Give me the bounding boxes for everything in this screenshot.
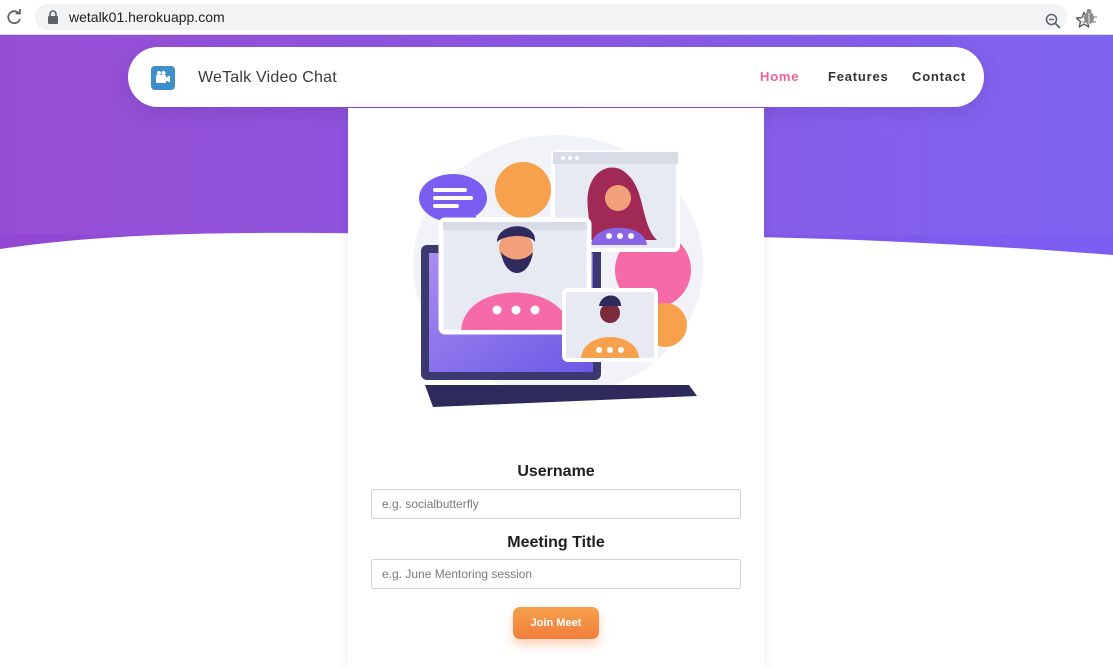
- address-bar[interactable]: wetalk01.herokuapp.com: [35, 4, 1093, 30]
- brand-name[interactable]: WeTalk Video Chat: [198, 68, 337, 88]
- extension-icon[interactable]: [1081, 8, 1097, 26]
- nav-home-link[interactable]: Home: [760, 69, 799, 85]
- username-input[interactable]: [371, 489, 741, 519]
- navbar: WeTalk Video Chat Home Features Contact: [128, 47, 984, 107]
- video-camera-logo-icon[interactable]: [151, 66, 175, 90]
- username-label: Username: [517, 463, 595, 480]
- reload-icon[interactable]: [5, 8, 23, 26]
- browser-toolbar: wetalk01.herokuapp.com: [0, 0, 1113, 35]
- join-meet-card: Username Meeting Title Join Meet: [348, 108, 764, 668]
- nav-features-link[interactable]: Features: [828, 69, 889, 85]
- lock-icon[interactable]: [47, 10, 59, 24]
- zoom-icon[interactable]: [1044, 12, 1062, 30]
- join-meet-button[interactable]: Join Meet: [513, 607, 599, 639]
- url-text[interactable]: wetalk01.herokuapp.com: [69, 9, 225, 25]
- meeting-title-label: Meeting Title: [507, 534, 605, 551]
- meeting-title-input[interactable]: [371, 559, 741, 589]
- video-chat-illustration: [413, 135, 703, 407]
- nav-contact-link[interactable]: Contact: [912, 69, 966, 85]
